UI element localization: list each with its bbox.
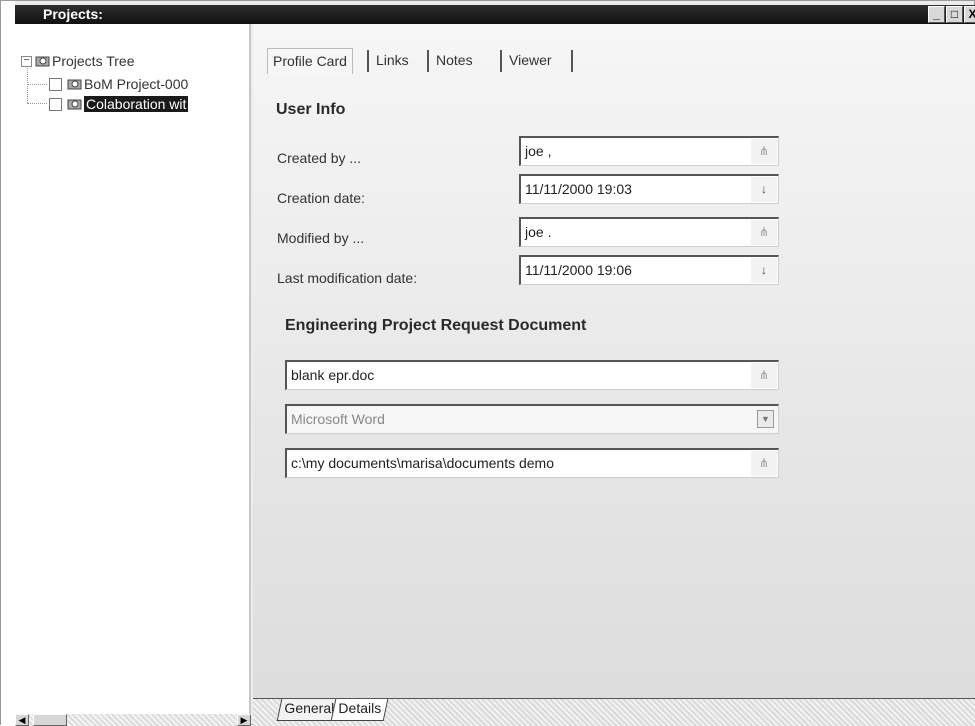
tab-profile-card[interactable]: Profile Card <box>267 48 353 74</box>
scroll-left-icon[interactable]: ◀ <box>15 714 29 726</box>
search-icon[interactable]: ⋔ <box>751 220 777 245</box>
dropdown-icon[interactable]: ↓ <box>751 258 777 283</box>
modified-by-label: Modified by ... <box>277 230 365 246</box>
maximize-icon: □ <box>950 7 959 21</box>
application-value: Microsoft Word <box>291 411 385 427</box>
tab-separator <box>427 50 429 72</box>
tree-root[interactable]: − Projects Tree <box>21 53 241 71</box>
tree-item-checkbox[interactable] <box>49 98 62 111</box>
tab-notes[interactable]: Notes <box>431 48 478 74</box>
creation-date-label: Creation date: <box>277 190 365 206</box>
project-icon <box>67 97 83 111</box>
tab-separator <box>500 50 502 72</box>
tab-details[interactable]: Details <box>330 699 389 721</box>
application-select[interactable]: Microsoft Word ▼ <box>285 404 779 434</box>
tree-item-label: BoM Project-000 <box>84 76 189 92</box>
tab-viewer[interactable]: Viewer <box>504 48 557 74</box>
tree-item-label-selected: Colaboration wit <box>84 96 189 112</box>
search-icon[interactable]: ⋔ <box>751 139 777 164</box>
last-modification-date-field[interactable]: 11/11/2000 19:06 ↓ <box>519 255 779 285</box>
tab-separator <box>367 50 369 72</box>
chevron-down-icon[interactable]: ▼ <box>757 410 774 428</box>
tab-separator <box>571 50 573 72</box>
project-icon <box>67 77 83 91</box>
left-edge <box>1 1 15 726</box>
tree-horizontal-scrollbar[interactable]: ◀ ▶ <box>15 714 251 726</box>
engineering-doc-title: Engineering Project Request Document <box>285 317 587 334</box>
created-by-field[interactable]: joe , ⋔ <box>519 136 779 166</box>
tree-item-colaboration[interactable]: Colaboration wit <box>49 96 249 114</box>
tree-item-bom-project[interactable]: BoM Project-000 <box>49 76 249 94</box>
modified-by-value: joe . <box>525 224 552 240</box>
dropdown-icon[interactable]: ↓ <box>751 177 777 202</box>
tree-root-label: Projects Tree <box>52 53 135 69</box>
minimize-icon: _ <box>933 7 940 21</box>
tab-links[interactable]: Links <box>371 48 414 74</box>
scroll-right-icon[interactable]: ▶ <box>237 714 251 726</box>
close-icon: X <box>968 7 975 21</box>
last-modification-date-label: Last modification date: <box>277 270 418 286</box>
tree-item-checkbox[interactable] <box>49 78 62 91</box>
folder-browse-icon[interactable]: ⋔ <box>751 451 777 476</box>
browse-icon[interactable]: ⋔ <box>751 363 777 388</box>
scroll-thumb[interactable] <box>33 714 67 726</box>
projects-tree-pane: − Projects Tree BoM Project-000 Colabora… <box>15 24 251 714</box>
details-pane: Profile Card Links Notes Viewer User Inf… <box>253 24 975 714</box>
document-file-value: blank epr.doc <box>291 367 375 383</box>
modified-by-field[interactable]: joe . ⋔ <box>519 217 779 247</box>
tree-connector <box>27 103 47 104</box>
close-button[interactable]: X <box>964 6 975 23</box>
document-file-field[interactable]: blank epr.doc ⋔ <box>285 360 779 390</box>
minimize-button[interactable]: _ <box>928 6 945 23</box>
document-path-value: c:\my documents\marisa\documents demo <box>291 455 554 471</box>
maximize-button[interactable]: □ <box>946 6 963 23</box>
collapse-icon[interactable]: − <box>21 56 32 67</box>
created-by-value: joe , <box>525 143 552 159</box>
user-info-title: User Info <box>276 101 346 118</box>
projects-folder-icon <box>35 54 51 68</box>
creation-date-value: 11/11/2000 19:03 <box>525 181 632 197</box>
tree-connector <box>27 84 47 85</box>
creation-date-field[interactable]: 11/11/2000 19:03 ↓ <box>519 174 779 204</box>
created-by-label: Created by ... <box>277 150 362 166</box>
last-modification-date-value: 11/11/2000 19:06 <box>525 262 632 278</box>
document-path-field[interactable]: c:\my documents\marisa\documents demo ⋔ <box>285 448 779 478</box>
title-bar[interactable]: Projects: _ □ X <box>15 5 975 24</box>
bottom-tab-strip: General Details <box>253 698 975 726</box>
projects-window: Projects: _ □ X − Projects Tree BoM Proj… <box>0 0 975 726</box>
window-title: Projects: <box>43 6 103 22</box>
